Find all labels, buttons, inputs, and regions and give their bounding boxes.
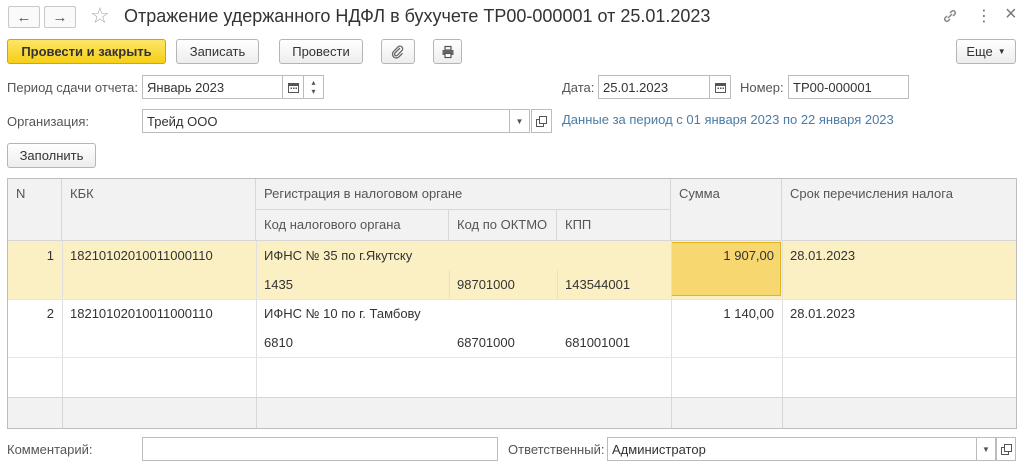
cell-tax-code: 6810	[264, 335, 293, 350]
save-button[interactable]: Записать	[176, 39, 259, 64]
cell-authority: ИФНС № 35 по г.Якутску	[264, 248, 413, 263]
organization-field[interactable]: Трейд ООО	[142, 109, 510, 133]
favorite-star-icon[interactable]: ☆	[90, 4, 110, 28]
number-field[interactable]: ТР00-000001	[788, 75, 909, 99]
cell-kbk: 18210102010011000110	[70, 248, 213, 263]
responsible-label: Ответственный:	[508, 442, 605, 457]
cell-due-date: 28.01.2023	[790, 248, 856, 263]
row-separator	[8, 357, 1016, 358]
cell-n: 1	[46, 248, 54, 263]
fill-button[interactable]: Заполнить	[7, 143, 96, 168]
col-header-registration[interactable]: Регистрация в налоговом органе	[256, 179, 671, 210]
organization-dropdown-button[interactable]: ▼	[509, 109, 530, 133]
responsible-dropdown-button[interactable]: ▼	[976, 437, 996, 461]
cell-oktmo: 98701000	[457, 277, 515, 292]
arrow-right-icon: →	[52, 8, 68, 26]
post-and-close-button[interactable]: Провести и закрыть	[7, 39, 166, 64]
comment-label: Комментарий:	[7, 442, 93, 457]
period-label: Период сдачи отчета:	[7, 80, 139, 95]
col-header-tax-code[interactable]: Код налогового органа	[256, 210, 449, 241]
number-label: Номер:	[740, 80, 784, 95]
col-header-n[interactable]: N	[8, 179, 62, 241]
close-icon[interactable]: ×	[1005, 3, 1017, 26]
col-divider	[62, 398, 63, 428]
page-title: Отражение удержанного НДФЛ в бухучете ТР…	[124, 6, 711, 26]
spin-down-icon[interactable]: ▾	[311, 87, 315, 96]
attach-button[interactable]	[381, 39, 415, 64]
more-actions-label: Еще	[966, 44, 993, 59]
cell-oktmo: 68701000	[457, 335, 515, 350]
print-button[interactable]	[433, 39, 462, 64]
organization-open-button[interactable]	[531, 109, 552, 133]
back-button[interactable]: ←	[8, 6, 40, 28]
arrow-left-icon: ←	[16, 8, 32, 26]
col-divider	[671, 398, 672, 428]
calendar-button[interactable]	[282, 75, 304, 99]
col-divider	[256, 398, 257, 428]
cell-kpp: 143544001	[565, 277, 631, 292]
responsible-open-button[interactable]	[996, 437, 1016, 461]
comment-field[interactable]	[142, 437, 498, 461]
forward-button[interactable]: →	[44, 6, 76, 28]
tax-table[interactable]: N КБК Регистрация в налоговом органе Код…	[7, 178, 1017, 429]
calendar-icon	[287, 82, 299, 93]
spin-up-icon[interactable]: ▴	[311, 78, 315, 87]
printer-icon	[442, 45, 453, 58]
cell-sum[interactable]: 1 140,00	[671, 300, 782, 327]
col-header-kpp[interactable]: КПП	[557, 210, 671, 241]
cell-tax-code: 1435	[264, 277, 293, 292]
responsible-field[interactable]: Администратор	[607, 437, 977, 461]
cell-n: 2	[46, 306, 54, 321]
date-calendar-button[interactable]	[709, 75, 731, 99]
date-field[interactable]: 25.01.2023	[598, 75, 710, 99]
chevron-down-icon: ▼	[515, 116, 524, 126]
more-icon[interactable]: ⋮	[976, 6, 992, 26]
post-button[interactable]: Провести	[279, 39, 363, 64]
more-actions-button[interactable]: Еще ▼	[956, 39, 1016, 64]
open-icon	[536, 115, 547, 127]
cell-due-date: 28.01.2023	[790, 306, 856, 321]
calendar-icon	[714, 82, 726, 93]
cell-kbk: 18210102010011000110	[70, 306, 213, 321]
period-field[interactable]: Январь 2023	[142, 75, 283, 99]
open-icon	[1000, 443, 1012, 455]
period-info-link[interactable]: Данные за период с 01 января 2023 по 22 …	[562, 112, 894, 127]
chevron-down-icon: ▼	[997, 47, 1006, 56]
chevron-down-icon: ▼	[982, 444, 990, 454]
col-divider	[782, 398, 783, 428]
organization-label: Организация:	[7, 114, 90, 129]
col-header-sum[interactable]: Сумма	[671, 179, 782, 241]
col-header-kbk[interactable]: КБК	[62, 179, 256, 241]
cell-authority: ИФНС № 10 по г. Тамбову	[264, 306, 421, 321]
link-icon[interactable]	[942, 8, 958, 27]
date-label: Дата:	[562, 80, 595, 95]
cell-sum[interactable]: 1 907,00	[671, 242, 782, 269]
cell-kpp: 681001001	[565, 335, 631, 350]
col-header-due-date[interactable]: Срок перечисления налога	[782, 179, 1016, 241]
table-footer	[8, 397, 1016, 428]
paperclip-icon	[391, 44, 404, 59]
period-spinner[interactable]: ▴ ▾	[303, 75, 324, 99]
col-header-oktmo[interactable]: Код по ОКТМО	[449, 210, 557, 241]
